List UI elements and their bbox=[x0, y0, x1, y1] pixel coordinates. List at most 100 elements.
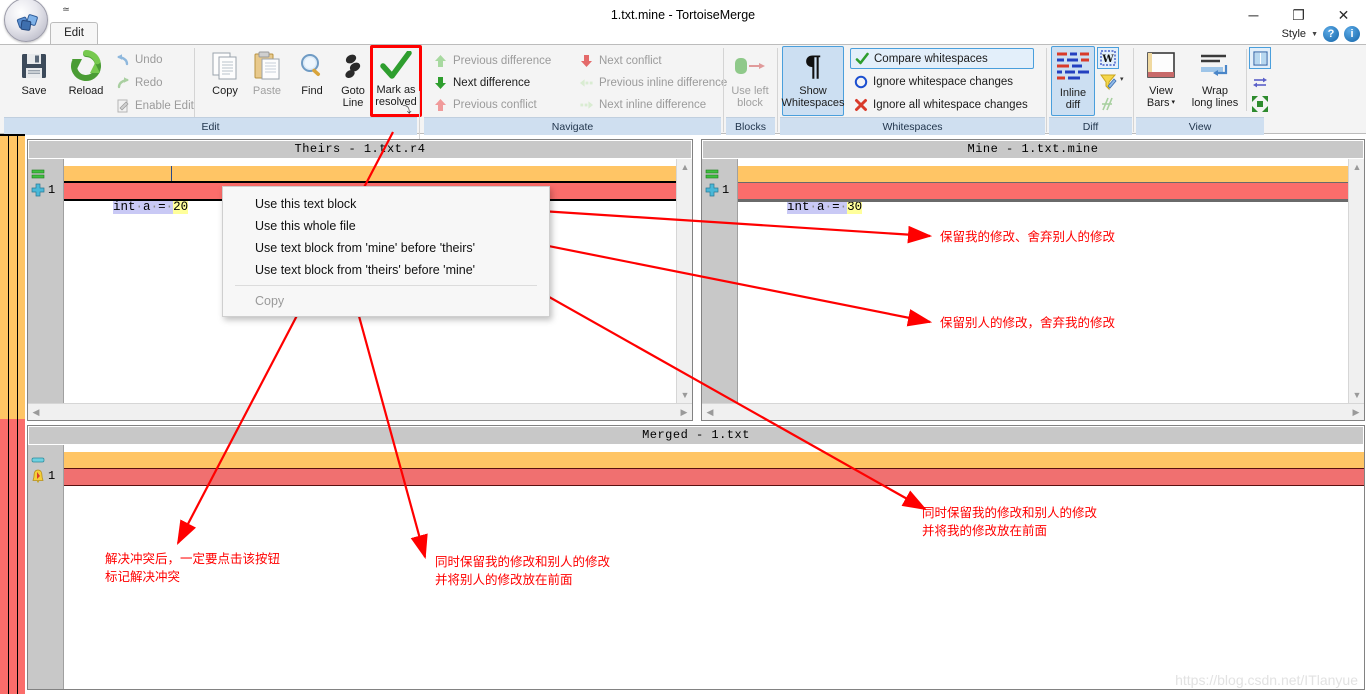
inline-diff-label-1: Inline bbox=[1059, 87, 1087, 99]
use-left-block-button[interactable]: Use left block bbox=[724, 47, 776, 115]
code-line-text: int·a·=·30 bbox=[787, 200, 863, 214]
tab-edit[interactable]: Edit bbox=[50, 22, 98, 44]
ignore-all-whitespace-changes-option[interactable]: Ignore all whitespace changes bbox=[850, 94, 1046, 115]
next-conflict-label: Next conflict bbox=[599, 54, 662, 67]
pane-theirs-hscrollbar[interactable]: ◀ ▶ bbox=[28, 403, 692, 420]
pane-mine-vscrollbar[interactable]: ▲ ▼ bbox=[1348, 159, 1364, 403]
pane-theirs-gutter[interactable]: 1 bbox=[28, 159, 64, 403]
scroll-up-arrow-icon[interactable]: ▲ bbox=[1349, 159, 1365, 175]
pilcrow-icon: ¶ bbox=[800, 47, 826, 85]
inline-diff-button[interactable]: Inline diff bbox=[1051, 46, 1095, 116]
word-diff-icon: W bbox=[1100, 50, 1116, 66]
context-menu[interactable]: Use this text block Use this whole file … bbox=[222, 186, 550, 317]
gutter-line: 1 bbox=[702, 182, 738, 198]
paste-icon bbox=[253, 47, 281, 85]
reload-icon bbox=[70, 47, 102, 85]
swap-views-button[interactable] bbox=[1249, 71, 1271, 93]
block-boundary-line bbox=[64, 485, 1364, 486]
help-icon[interactable]: ? bbox=[1323, 26, 1339, 42]
view-bars-icon bbox=[1145, 47, 1177, 85]
equal-marker-icon bbox=[31, 169, 45, 179]
pane-mine-hscrollbar[interactable]: ◀ ▶ bbox=[702, 403, 1364, 420]
ignore-whitespace-changes-label: Ignore whitespace changes bbox=[873, 75, 1014, 88]
ribbon-group-navigate: Previous difference Next difference Prev… bbox=[424, 45, 727, 135]
context-menu-item-use-this-whole-file[interactable]: Use this whole file bbox=[223, 215, 549, 237]
copy-icon bbox=[211, 47, 239, 85]
locator-bar-merged[interactable] bbox=[0, 419, 25, 694]
locator-bar-theirs[interactable] bbox=[0, 134, 25, 419]
code-line-fill bbox=[172, 166, 676, 182]
context-menu-item-use-mine-before-theirs[interactable]: Use text block from 'mine' before 'their… bbox=[223, 237, 549, 259]
undo-icon bbox=[115, 52, 130, 67]
quick-access-toolbar-caret[interactable]: ≃ bbox=[58, 2, 74, 16]
style-menu-label[interactable]: Style bbox=[1282, 28, 1306, 40]
line-diff-button[interactable] bbox=[1097, 93, 1119, 115]
previous-conflict-label: Previous conflict bbox=[453, 98, 537, 111]
footsteps-icon bbox=[341, 47, 365, 85]
enable-edit-icon bbox=[115, 98, 130, 113]
cross-icon bbox=[853, 97, 868, 112]
previous-inline-difference-button[interactable]: Previous inline difference bbox=[576, 72, 741, 93]
watermark: https://blog.csdn.net/ITlanyue bbox=[1175, 672, 1358, 688]
pane-mine-gutter[interactable]: 1 bbox=[702, 159, 738, 403]
next-inline-difference-button[interactable]: Next inline difference bbox=[576, 94, 726, 115]
previous-difference-button[interactable]: Previous difference bbox=[430, 50, 570, 71]
chevron-down-icon[interactable]: ▼ bbox=[1311, 31, 1318, 38]
scroll-down-arrow-icon[interactable]: ▼ bbox=[1349, 387, 1365, 403]
ribbon-group-view: View Bars ▾ Wrap long lines View bbox=[1136, 45, 1271, 135]
group-caption-navigate: Navigate bbox=[424, 117, 721, 135]
gutter-line-number: 1 bbox=[722, 183, 730, 197]
next-conflict-button[interactable]: Next conflict bbox=[576, 50, 716, 71]
use-left-block-label-1: Use left bbox=[731, 85, 769, 97]
pane-theirs-vscrollbar[interactable]: ▲ ▼ bbox=[676, 159, 692, 403]
edit-group-dialog-launcher[interactable]: ⤵ bbox=[400, 102, 414, 116]
gutter-line-number: 1 bbox=[48, 183, 56, 197]
next-difference-button[interactable]: Next difference bbox=[430, 72, 570, 93]
undo-button[interactable]: Undo bbox=[112, 49, 194, 70]
save-button[interactable]: Save bbox=[8, 47, 60, 115]
ribbon-tabstrip: Edit Style ▼ ? i bbox=[0, 22, 1366, 44]
show-whitespaces-button[interactable]: ¶ Show Whitespaces bbox=[781, 46, 845, 116]
wrap-long-lines-button[interactable]: Wrap long lines bbox=[1186, 47, 1244, 115]
use-left-block-label-2: block bbox=[737, 97, 763, 109]
scroll-left-arrow-icon[interactable]: ◀ bbox=[702, 404, 718, 420]
ignore-whitespace-changes-option[interactable]: Ignore whitespace changes bbox=[850, 71, 1042, 92]
wrap-long-lines-label-2: long lines bbox=[1191, 97, 1239, 109]
scroll-right-arrow-icon[interactable]: ▶ bbox=[676, 404, 692, 420]
chevron-down-icon[interactable]: ▾ bbox=[1172, 97, 1176, 109]
compare-whitespaces-option[interactable]: Compare whitespaces bbox=[850, 48, 1034, 69]
context-menu-item-use-this-text-block[interactable]: Use this text block bbox=[223, 193, 549, 215]
diff-filter-button[interactable] bbox=[1097, 71, 1119, 93]
two-pane-view-button[interactable] bbox=[1249, 47, 1271, 69]
info-icon[interactable]: i bbox=[1344, 26, 1360, 42]
chevron-down-icon[interactable]: ▾ bbox=[1120, 75, 1124, 83]
swap-arrows-icon bbox=[1253, 77, 1267, 88]
svg-text:¶: ¶ bbox=[804, 51, 822, 81]
show-whitespaces-label-2: Whitespaces bbox=[781, 97, 845, 109]
ribbon-group-blocks: Use left block Blocks bbox=[726, 45, 775, 135]
view-bars-label-1: View bbox=[1149, 85, 1173, 97]
previous-conflict-button[interactable]: Previous conflict bbox=[430, 94, 570, 115]
next-difference-label: Next difference bbox=[453, 76, 531, 89]
collapse-view-button[interactable] bbox=[1249, 93, 1271, 115]
pane-merged-gutter[interactable]: 1 bbox=[28, 445, 64, 689]
mark-as-resolved-button[interactable]: Mark as resolved bbox=[370, 45, 422, 117]
code-line: int·a·=·10 bbox=[64, 452, 1364, 483]
checkmark-icon bbox=[380, 48, 412, 84]
minus-marker-icon bbox=[31, 457, 45, 463]
arrow-down-icon bbox=[579, 53, 594, 68]
context-menu-item-use-theirs-before-mine[interactable]: Use text block from 'theirs' before 'min… bbox=[223, 259, 549, 281]
ribbon-group-whitespaces: ¶ Show Whitespaces Compare whitespaces I… bbox=[780, 45, 1045, 135]
redo-button[interactable]: Redo bbox=[112, 72, 194, 93]
scroll-down-arrow-icon[interactable]: ▼ bbox=[677, 387, 693, 403]
gutter-line bbox=[28, 452, 64, 468]
view-bars-button[interactable]: View Bars ▾ bbox=[1138, 47, 1184, 115]
word-diff-button[interactable]: W bbox=[1097, 47, 1119, 69]
scroll-left-arrow-icon[interactable]: ◀ bbox=[28, 404, 44, 420]
locator-bar-area[interactable] bbox=[0, 134, 25, 694]
reload-button[interactable]: Reload bbox=[60, 47, 112, 115]
code-line: int·a·=·10 bbox=[738, 166, 1348, 197]
pane-mine-code[interactable]: int·a·=·10 int·a·=·30 bbox=[738, 159, 1348, 403]
scroll-right-arrow-icon[interactable]: ▶ bbox=[1348, 404, 1364, 420]
scroll-up-arrow-icon[interactable]: ▲ bbox=[677, 159, 693, 175]
